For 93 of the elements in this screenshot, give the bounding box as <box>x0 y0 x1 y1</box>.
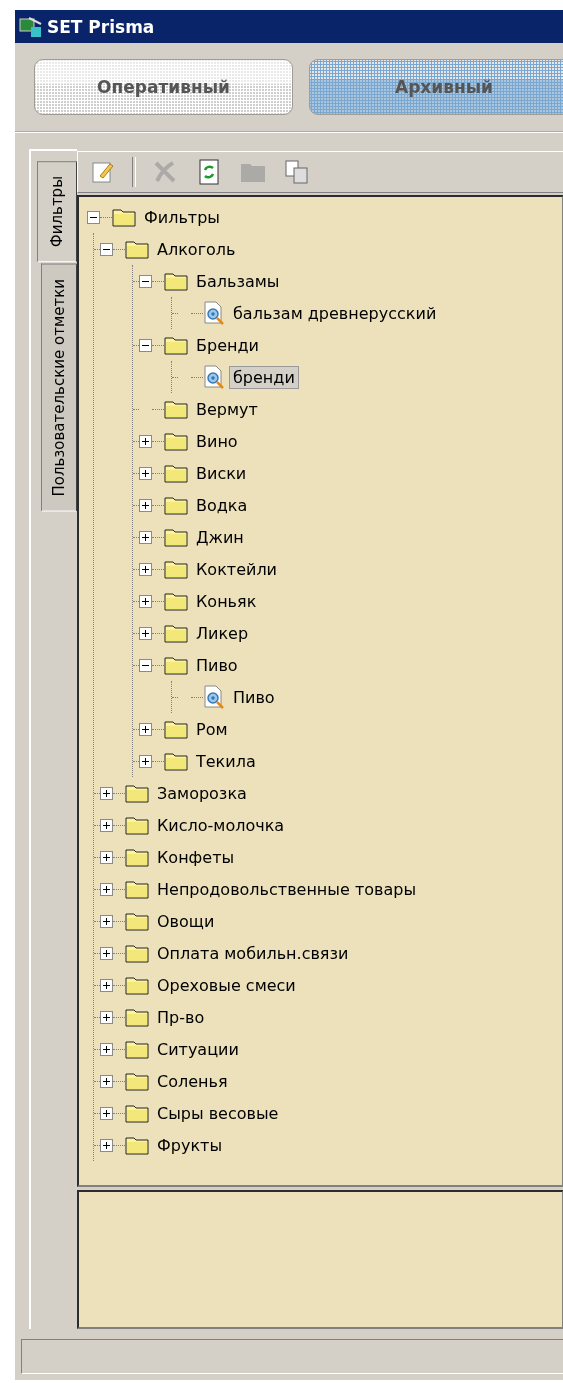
folder-icon <box>125 783 149 803</box>
tree-item[interactable]: Коктейли <box>192 557 281 581</box>
tree-item[interactable]: Вино <box>192 429 242 453</box>
folder-icon <box>164 719 188 739</box>
expand-button[interactable] <box>139 498 152 512</box>
tree-item[interactable]: Пиво <box>192 653 242 677</box>
expand-button[interactable] <box>139 562 152 576</box>
folder-icon <box>164 399 188 419</box>
copy-icon <box>284 159 310 185</box>
collapse-button[interactable] <box>139 274 152 288</box>
expand-button[interactable] <box>139 722 152 736</box>
tree-item[interactable]: бальзам древнерусский <box>229 301 441 325</box>
tree-item[interactable]: Водка <box>192 493 252 517</box>
tree-item[interactable]: бренди <box>229 365 299 389</box>
tree-item[interactable]: Джин <box>192 525 248 549</box>
tree-item[interactable]: Бальзамы <box>192 269 284 293</box>
tree-item[interactable]: Заморозка <box>153 781 251 805</box>
folder-icon <box>240 161 266 183</box>
folder-icon <box>125 1007 149 1027</box>
expand-button[interactable] <box>139 754 152 768</box>
tree-item[interactable]: Конфеты <box>153 845 239 869</box>
folder-icon <box>125 943 149 963</box>
tree-item[interactable]: Кисло-молочка <box>153 813 289 837</box>
collapse-button[interactable] <box>139 338 152 352</box>
refresh-icon <box>198 159 220 185</box>
tree-item[interactable]: Соленья <box>153 1069 232 1093</box>
folder-icon <box>164 431 188 451</box>
expand-button[interactable] <box>100 786 113 800</box>
tree-item[interactable]: Ром <box>192 717 232 741</box>
tree-item[interactable]: Виски <box>192 461 251 485</box>
folder-icon <box>125 879 149 899</box>
folder-icon <box>125 239 149 259</box>
folder-icon <box>164 527 188 547</box>
tree-item[interactable]: Бренди <box>192 333 263 357</box>
side-tab[interactable]: Пользовательские отметки <box>41 264 77 512</box>
expand-button[interactable] <box>100 1074 113 1088</box>
tree-item[interactable]: Вермут <box>192 397 262 421</box>
folder-icon <box>164 495 188 515</box>
expand-button[interactable] <box>100 914 113 928</box>
folder-icon <box>112 207 136 227</box>
tree-item[interactable]: Сыры весовые <box>153 1101 283 1125</box>
tree-item[interactable]: Фильтры <box>140 205 224 229</box>
mode-button[interactable]: Оперативный <box>34 59 293 115</box>
folder-icon <box>125 1039 149 1059</box>
expand-button[interactable] <box>100 882 113 896</box>
expand-button[interactable] <box>139 434 152 448</box>
collapse-button[interactable] <box>139 658 152 672</box>
side-tab[interactable]: Фильтры <box>37 161 77 263</box>
folder-icon <box>164 559 188 579</box>
tree-item[interactable]: Текила <box>192 749 260 773</box>
tree-item[interactable]: Ореховые смеси <box>153 973 300 997</box>
folder-icon <box>164 623 188 643</box>
folder-icon <box>164 591 188 611</box>
expand-button[interactable] <box>139 594 152 608</box>
folder-icon <box>164 335 188 355</box>
tree-item[interactable]: Алкоголь <box>153 237 240 261</box>
expand-button[interactable] <box>100 1106 113 1120</box>
tree-item[interactable]: Пр-во <box>153 1005 209 1029</box>
app-icon <box>19 15 43 38</box>
expand-button[interactable] <box>100 1042 113 1056</box>
folder-icon <box>125 1071 149 1091</box>
folder-icon <box>164 751 188 771</box>
tree-item[interactable]: Непродовольственные товары <box>153 877 420 901</box>
tree-item[interactable]: Фрукты <box>153 1133 226 1157</box>
tree-item[interactable]: Коньяк <box>192 589 261 613</box>
expand-button[interactable] <box>100 1138 113 1152</box>
expand-button[interactable] <box>100 850 113 864</box>
folder-icon <box>125 847 149 867</box>
collapse-button[interactable] <box>87 210 100 224</box>
expand-button[interactable] <box>139 626 152 640</box>
collapse-button[interactable] <box>100 242 113 256</box>
expand-button[interactable] <box>139 530 152 544</box>
folder-icon <box>164 271 188 291</box>
folder-icon <box>125 975 149 995</box>
tree-item[interactable]: Пиво <box>229 685 279 709</box>
folder-icon <box>125 1103 149 1123</box>
folder-icon <box>125 1135 149 1155</box>
tree-item[interactable]: Ликер <box>192 621 253 645</box>
expand-button[interactable] <box>100 818 113 832</box>
folder-icon <box>125 815 149 835</box>
folder-icon <box>164 655 188 675</box>
expand-button[interactable] <box>100 978 113 992</box>
expand-button[interactable] <box>100 946 113 960</box>
tree-item[interactable]: Ситуации <box>153 1037 243 1061</box>
tree-item[interactable]: Оплата мобильн.связи <box>153 941 353 965</box>
folder-icon <box>164 463 188 483</box>
x-icon <box>153 161 177 183</box>
expand-button[interactable] <box>100 1010 113 1024</box>
edit-icon <box>91 160 115 184</box>
window-title: SET Prisma <box>47 16 155 37</box>
expand-button[interactable] <box>139 466 152 480</box>
tree-item[interactable]: Овощи <box>153 909 219 933</box>
folder-icon <box>125 911 149 931</box>
